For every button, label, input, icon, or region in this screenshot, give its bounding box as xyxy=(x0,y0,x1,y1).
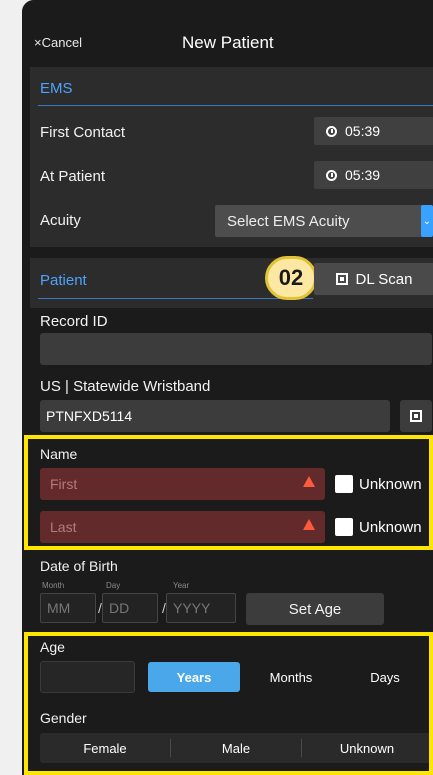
clock-icon xyxy=(326,169,337,181)
first-contact-time-button[interactable]: 05:39 xyxy=(314,117,433,145)
chevron-down-icon: ⌄ xyxy=(421,205,433,237)
at-patient-label: At Patient xyxy=(40,168,106,185)
age-gender-highlight-box xyxy=(24,632,433,775)
wristband-value: PTNFXD5114 xyxy=(46,408,133,424)
name-highlight-box xyxy=(24,435,433,550)
first-contact-label: First Contact xyxy=(40,124,126,141)
record-id-label: Record ID xyxy=(40,313,108,330)
record-id-input[interactable] xyxy=(40,333,432,365)
month-caption: Month xyxy=(42,581,65,590)
day-input[interactable]: DD xyxy=(102,593,158,623)
clock-icon xyxy=(326,125,337,137)
set-age-button[interactable]: Set Age xyxy=(246,593,384,625)
year-caption: Year xyxy=(173,581,190,590)
close-icon: × xyxy=(34,35,42,50)
scan-icon xyxy=(410,410,422,422)
day-placeholder: DD xyxy=(109,600,130,616)
dl-scan-button[interactable]: DL Scan xyxy=(314,263,433,295)
wristband-scan-button[interactable] xyxy=(400,400,432,432)
patient-underline xyxy=(38,298,313,299)
dl-scan-label: DL Scan xyxy=(355,270,413,288)
month-input[interactable]: MM xyxy=(40,593,96,623)
at-patient-time: 05:39 xyxy=(345,167,381,183)
dob-label: Date of Birth xyxy=(40,558,118,574)
ems-underline xyxy=(38,105,433,106)
year-input[interactable]: YYYY xyxy=(166,593,236,623)
day-caption: Day xyxy=(106,581,121,590)
acuity-label: Acuity xyxy=(40,212,81,229)
acuity-select-value: Select EMS Acuity xyxy=(227,213,350,230)
wristband-input[interactable]: PTNFXD5114 xyxy=(40,400,390,432)
first-contact-time: 05:39 xyxy=(345,123,381,139)
scan-icon xyxy=(335,273,348,285)
month-placeholder: MM xyxy=(47,600,71,616)
wristband-label: US | Statewide Wristband xyxy=(40,378,211,395)
year-placeholder: YYYY xyxy=(173,600,211,616)
phone-screen: ×Cancel New Patient EMS First Contact 05… xyxy=(22,0,433,775)
patient-section-title: Patient xyxy=(40,272,87,289)
at-patient-time-button[interactable]: 05:39 xyxy=(314,161,433,189)
page-title: New Patient xyxy=(182,33,274,52)
cancel-button[interactable]: ×Cancel xyxy=(34,35,82,50)
cancel-label: Cancel xyxy=(41,35,83,50)
acuity-select[interactable]: Select EMS Acuity ⌄ xyxy=(215,205,433,237)
step-badge: 02 xyxy=(265,256,317,300)
nav-header: ×Cancel New Patient xyxy=(22,0,433,58)
ems-section-title: EMS xyxy=(40,80,73,97)
